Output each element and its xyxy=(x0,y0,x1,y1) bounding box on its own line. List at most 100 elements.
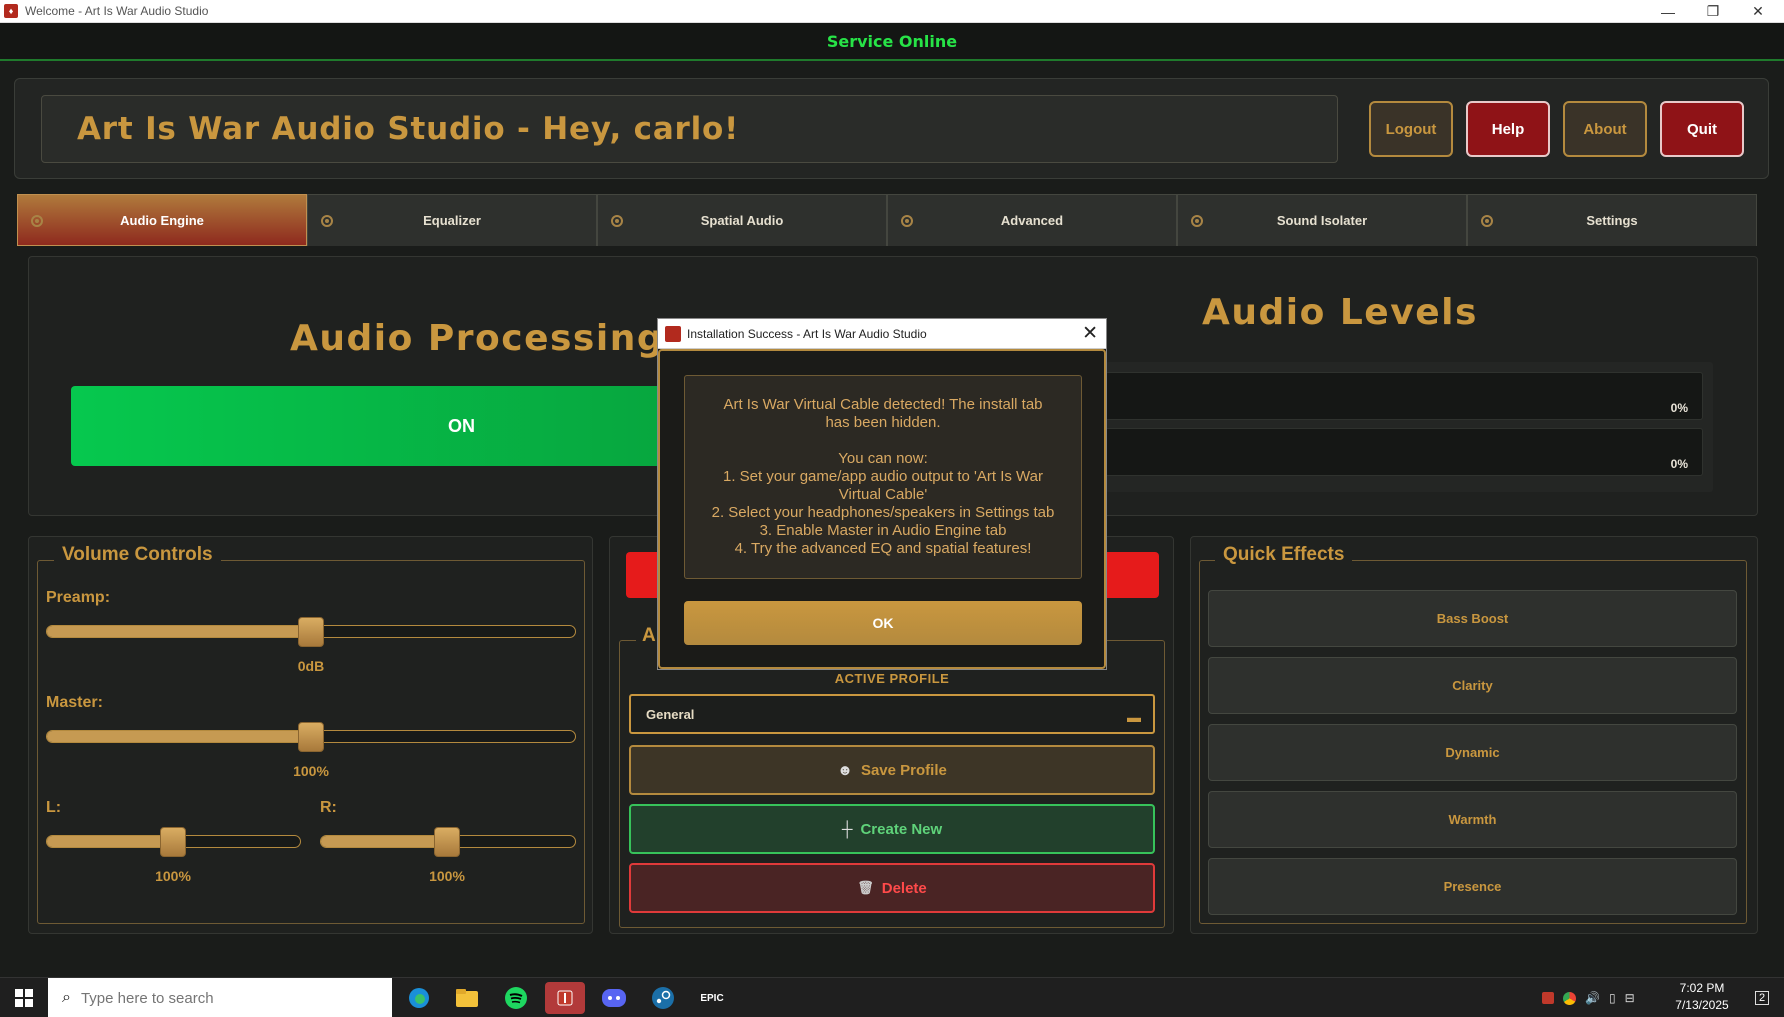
profile-select-value: General xyxy=(646,706,695,722)
art-is-war-tray-icon[interactable] xyxy=(1542,992,1554,1004)
master-slider-thumb[interactable] xyxy=(298,722,324,752)
battery-icon[interactable]: ▯ xyxy=(1609,991,1616,1005)
tab-spatial-audio[interactable]: Spatial Audio xyxy=(597,194,887,246)
right-channel-value: 100% xyxy=(429,868,465,884)
preamp-label: Preamp: xyxy=(46,589,111,606)
plus-icon: ┼ xyxy=(841,820,853,838)
clock-time: 7:02 PM xyxy=(1679,981,1725,995)
service-status-bar: Service Online xyxy=(0,23,1784,61)
file-explorer-icon[interactable] xyxy=(447,982,487,1014)
delete-profile-button[interactable]: 🗑 Delete xyxy=(629,863,1155,913)
audio-processing-toggle[interactable]: ON xyxy=(71,386,691,466)
volume-controls-title: Volume Controls xyxy=(54,544,221,566)
tab-bar: Audio Engine Equalizer Spatial Audio Adv… xyxy=(17,194,1757,246)
about-button[interactable]: About xyxy=(1563,101,1647,157)
dialog-body: Art Is War Virtual Cable detected! The i… xyxy=(658,349,1106,669)
header-panel: Art Is War Audio Studio - Hey, carlo! Lo… xyxy=(14,78,1769,179)
trash-icon: 🗑 xyxy=(857,880,874,895)
taskbar-search-input[interactable] xyxy=(80,989,361,1007)
active-profile-label: ACTIVE PROFILE xyxy=(834,671,950,686)
radio-icon xyxy=(321,215,333,227)
left-channel-slider-fill xyxy=(47,836,174,847)
left-level-value: 0% xyxy=(1670,401,1688,415)
logout-button[interactable]: Logout xyxy=(1369,101,1453,157)
app-logo-icon xyxy=(665,325,681,342)
window-titlebar: ♦ Welcome - Art Is War Audio Studio — ❐ … xyxy=(0,0,1784,23)
minimize-button[interactable]: — xyxy=(1645,0,1691,23)
left-channel-label: L: xyxy=(46,799,62,816)
audio-levels-title: Audio Levels xyxy=(1202,292,1478,333)
quit-button[interactable]: Quit xyxy=(1660,101,1744,157)
clarity-button[interactable]: Clarity xyxy=(1208,657,1737,714)
window-title: Welcome - Art Is War Audio Studio xyxy=(25,4,209,18)
left-channel-slider-thumb[interactable] xyxy=(160,827,186,857)
app-window: ♦ Welcome - Art Is War Audio Studio — ❐ … xyxy=(0,0,1784,1017)
profile-select[interactable]: General ▬ xyxy=(629,694,1155,734)
installation-success-dialog: Installation Success - Art Is War Audio … xyxy=(657,318,1107,670)
start-button[interactable] xyxy=(0,978,48,1017)
dynamic-button[interactable]: Dynamic xyxy=(1208,724,1737,781)
master-value: 100% xyxy=(293,763,329,779)
master-slider-fill xyxy=(47,731,311,742)
notification-center-icon[interactable]: 2 xyxy=(1740,978,1784,1017)
save-profile-label: Save Profile xyxy=(860,761,947,779)
dialog-message: Art Is War Virtual Cable detected! The i… xyxy=(684,375,1082,579)
right-channel-slider-thumb[interactable] xyxy=(434,827,460,857)
app-greeting-title: Art Is War Audio Studio - Hey, carlo! xyxy=(77,111,740,147)
delete-profile-label: Delete xyxy=(881,879,927,897)
radio-icon xyxy=(901,215,913,227)
presence-button[interactable]: Presence xyxy=(1208,858,1737,915)
radio-icon xyxy=(31,215,43,227)
system-tray: 🔊 ▯ ⊟ xyxy=(1542,978,1635,1017)
warmth-button[interactable]: Warmth xyxy=(1208,791,1737,848)
clock-date: 7/13/2025 xyxy=(1675,998,1729,1012)
quick-effects-title: Quick Effects xyxy=(1215,544,1353,566)
tab-label: Advanced xyxy=(1000,213,1064,228)
tab-label: Equalizer xyxy=(423,213,481,228)
radio-icon xyxy=(1191,215,1203,227)
tab-sound-isolater[interactable]: Sound Isolater xyxy=(1177,194,1467,246)
tab-label: Spatial Audio xyxy=(700,213,784,228)
steam-icon[interactable] xyxy=(643,982,683,1014)
tab-label: Settings xyxy=(1586,213,1638,228)
taskbar-search[interactable]: ⌕ xyxy=(48,978,392,1017)
tab-audio-engine[interactable]: Audio Engine xyxy=(17,194,307,246)
search-icon: ⌕ xyxy=(62,989,71,1006)
close-window-button[interactable]: ✕ xyxy=(1735,0,1781,23)
audio-processing-title: Audio Processing xyxy=(290,318,665,359)
taskbar-clock[interactable]: 7:02 PM 7/13/2025 xyxy=(1667,980,1737,1014)
service-status-text: Service Online xyxy=(826,31,958,51)
save-profile-button[interactable]: ☻ Save Profile xyxy=(629,745,1155,795)
create-profile-button[interactable]: ┼ Create New xyxy=(629,804,1155,854)
right-level-meter: 0% xyxy=(1105,428,1703,476)
help-button[interactable]: Help xyxy=(1466,101,1550,157)
epic-games-icon[interactable]: EPIC xyxy=(692,982,732,1014)
dialog-close-icon[interactable]: ✕ xyxy=(1082,322,1098,345)
dialog-ok-button[interactable]: OK xyxy=(684,601,1082,645)
tab-advanced[interactable]: Advanced xyxy=(887,194,1177,246)
maximize-button[interactable]: ❐ xyxy=(1690,0,1736,23)
app-logo-icon: ♦ xyxy=(4,4,18,18)
header-title-box: Art Is War Audio Studio - Hey, carlo! xyxy=(41,95,1338,163)
radio-icon xyxy=(611,215,623,227)
right-channel-label: R: xyxy=(320,799,337,816)
art-is-war-taskbar-icon[interactable] xyxy=(545,982,585,1014)
right-channel-slider-fill xyxy=(321,836,448,847)
radio-icon xyxy=(1481,215,1493,227)
left-channel-value: 100% xyxy=(155,868,191,884)
preamp-slider-thumb[interactable] xyxy=(298,617,324,647)
master-label: Master: xyxy=(46,694,103,711)
tab-equalizer[interactable]: Equalizer xyxy=(307,194,597,246)
preamp-slider-fill xyxy=(47,626,311,637)
discord-icon[interactable] xyxy=(594,982,634,1014)
dropdown-caret-icon: ▬ xyxy=(1127,709,1141,725)
notification-count: 2 xyxy=(1754,991,1770,1005)
bass-boost-button[interactable]: Bass Boost xyxy=(1208,590,1737,647)
spotify-icon[interactable] xyxy=(496,982,536,1014)
volume-icon[interactable]: 🔊 xyxy=(1585,991,1600,1005)
edge-browser-icon[interactable] xyxy=(399,982,439,1014)
chrome-tray-icon[interactable] xyxy=(1563,991,1576,1005)
tab-settings[interactable]: Settings xyxy=(1467,194,1757,246)
left-level-meter: 0% xyxy=(1105,372,1703,420)
network-icon[interactable]: ⊟ xyxy=(1625,991,1635,1005)
